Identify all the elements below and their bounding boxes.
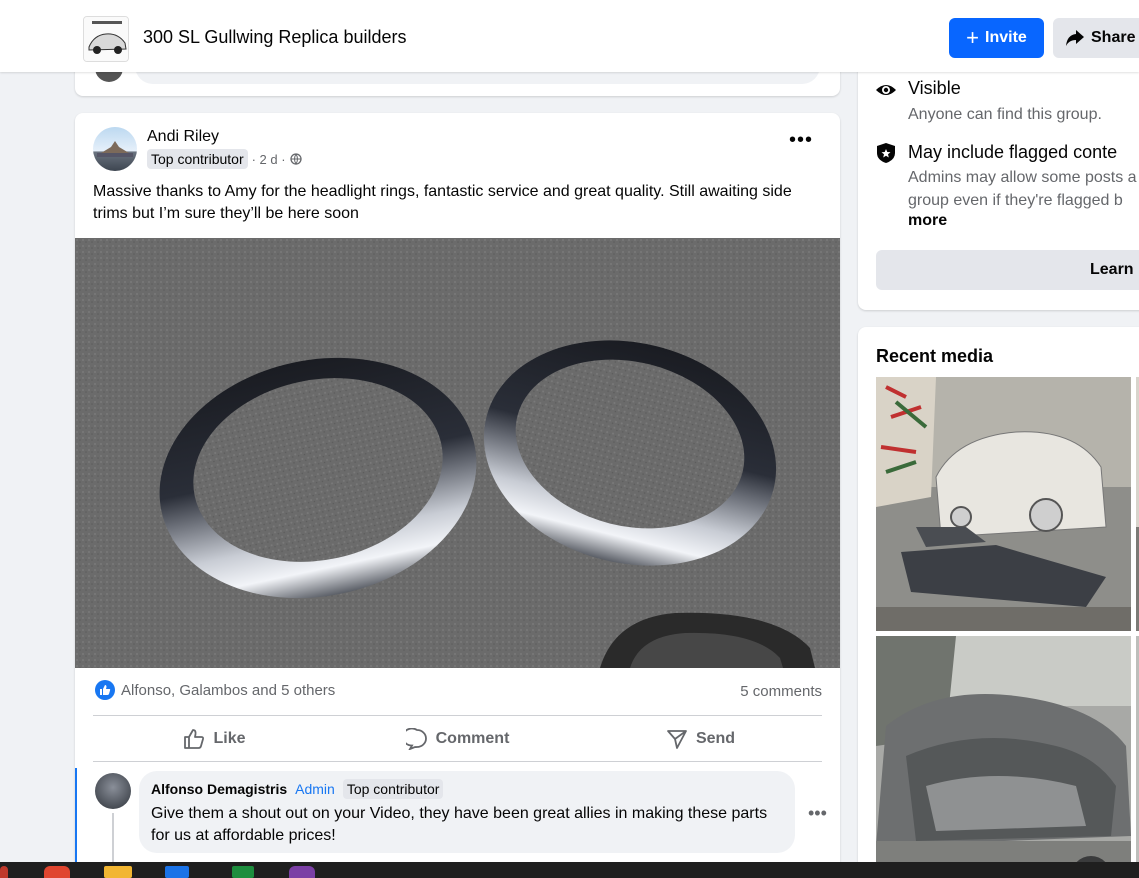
post-meta: Top contributor · 2 d · (147, 149, 302, 169)
taskbar-app-icon[interactable] (165, 866, 189, 878)
post-options-icon[interactable]: ••• (789, 130, 813, 150)
like-label: Like (213, 730, 246, 747)
visible-title: Visible (908, 78, 961, 98)
share-label: Share (1091, 29, 1136, 46)
flagged-subtitle-line-1: Admins may allow some posts a (908, 169, 1137, 186)
chrome-icon[interactable] (44, 866, 70, 878)
invite-button[interactable]: + Invite (949, 18, 1044, 58)
send-button[interactable]: Send (579, 717, 822, 761)
media-thumbnail[interactable] (876, 377, 1131, 631)
commenter-top-contributor-badge[interactable]: Top contributor (342, 779, 444, 799)
divider (93, 761, 822, 762)
top-contributor-badge[interactable]: Top contributor (147, 149, 248, 169)
commenter-name[interactable]: Alfonso Demagistris (151, 781, 287, 797)
post-author-name[interactable]: Andi Riley (147, 128, 219, 146)
thumbs-up-icon (184, 729, 205, 749)
commenter-avatar[interactable] (95, 773, 131, 809)
taskbar-app-icon[interactable] (289, 866, 315, 878)
recent-media-card: Recent media (858, 327, 1139, 878)
plus-icon: + (966, 25, 980, 50)
visible-subtitle: Anyone can find this group. (908, 106, 1102, 123)
spreadsheet-icon[interactable] (232, 866, 254, 878)
comment-label: Comment (435, 730, 510, 747)
send-icon (667, 730, 687, 749)
eye-icon (876, 85, 896, 95)
group-header: 300 SL Gullwing Replica builders + Invit… (0, 0, 1139, 72)
group-cover-thumbnail[interactable] (83, 16, 129, 62)
comment-options-icon[interactable]: ••• (808, 803, 827, 824)
comment-bubble: Alfonso Demagistris Admin Top contributo… (139, 771, 795, 853)
page: 300 SL Gullwing Replica builders + Invit… (0, 0, 1139, 878)
like-button[interactable]: Like (93, 717, 336, 761)
share-button[interactable]: Share (1053, 18, 1139, 58)
flagged-subtitle-line-2: group even if they're flagged b (908, 192, 1123, 209)
folder-icon[interactable] (104, 866, 132, 878)
flagged-title: May include flagged conte (908, 142, 1118, 162)
comment-bubble-icon (405, 728, 427, 750)
post-text: Massive thanks to Amy for the headlight … (93, 183, 792, 222)
group-title[interactable]: 300 SL Gullwing Replica builders (143, 27, 406, 48)
author-avatar[interactable] (93, 127, 137, 171)
comment-text: Give them a shout out on your Video, the… (151, 805, 768, 844)
divider (93, 715, 822, 716)
comment-button[interactable]: Comment (336, 717, 579, 761)
admin-badge[interactable]: Admin (295, 781, 335, 797)
share-arrow-icon (1066, 30, 1084, 46)
post-card: Andi Riley Top contributor · 2 d · ••• M… (75, 113, 840, 878)
os-taskbar (0, 862, 1139, 878)
send-label: Send (695, 730, 736, 747)
reactions-summary[interactable]: Alfonso, Galambos and 5 others (95, 680, 335, 700)
recent-media-title: Recent media (876, 346, 994, 366)
post-photo[interactable] (75, 238, 840, 668)
post-time[interactable]: · 2 d · (252, 152, 286, 167)
see-more-link[interactable]: more (908, 212, 947, 230)
learn-more-button[interactable]: Learn (876, 250, 1139, 290)
taskbar-app-icon[interactable] (0, 866, 8, 878)
reactions-text: Alfonso, Galambos and 5 others (121, 681, 336, 699)
shield-icon (877, 143, 895, 163)
like-reaction-icon (95, 680, 115, 700)
globe-icon (289, 153, 302, 165)
comments-count[interactable]: 5 comments (740, 683, 822, 700)
invite-label: Invite (985, 29, 1027, 46)
comment-header: Alfonso Demagistris Admin Top contributo… (151, 779, 783, 799)
media-thumbnail[interactable] (876, 636, 1131, 878)
learn-label: Learn (1090, 261, 1134, 278)
post-actions-bar: Like Comment Send (93, 717, 822, 761)
